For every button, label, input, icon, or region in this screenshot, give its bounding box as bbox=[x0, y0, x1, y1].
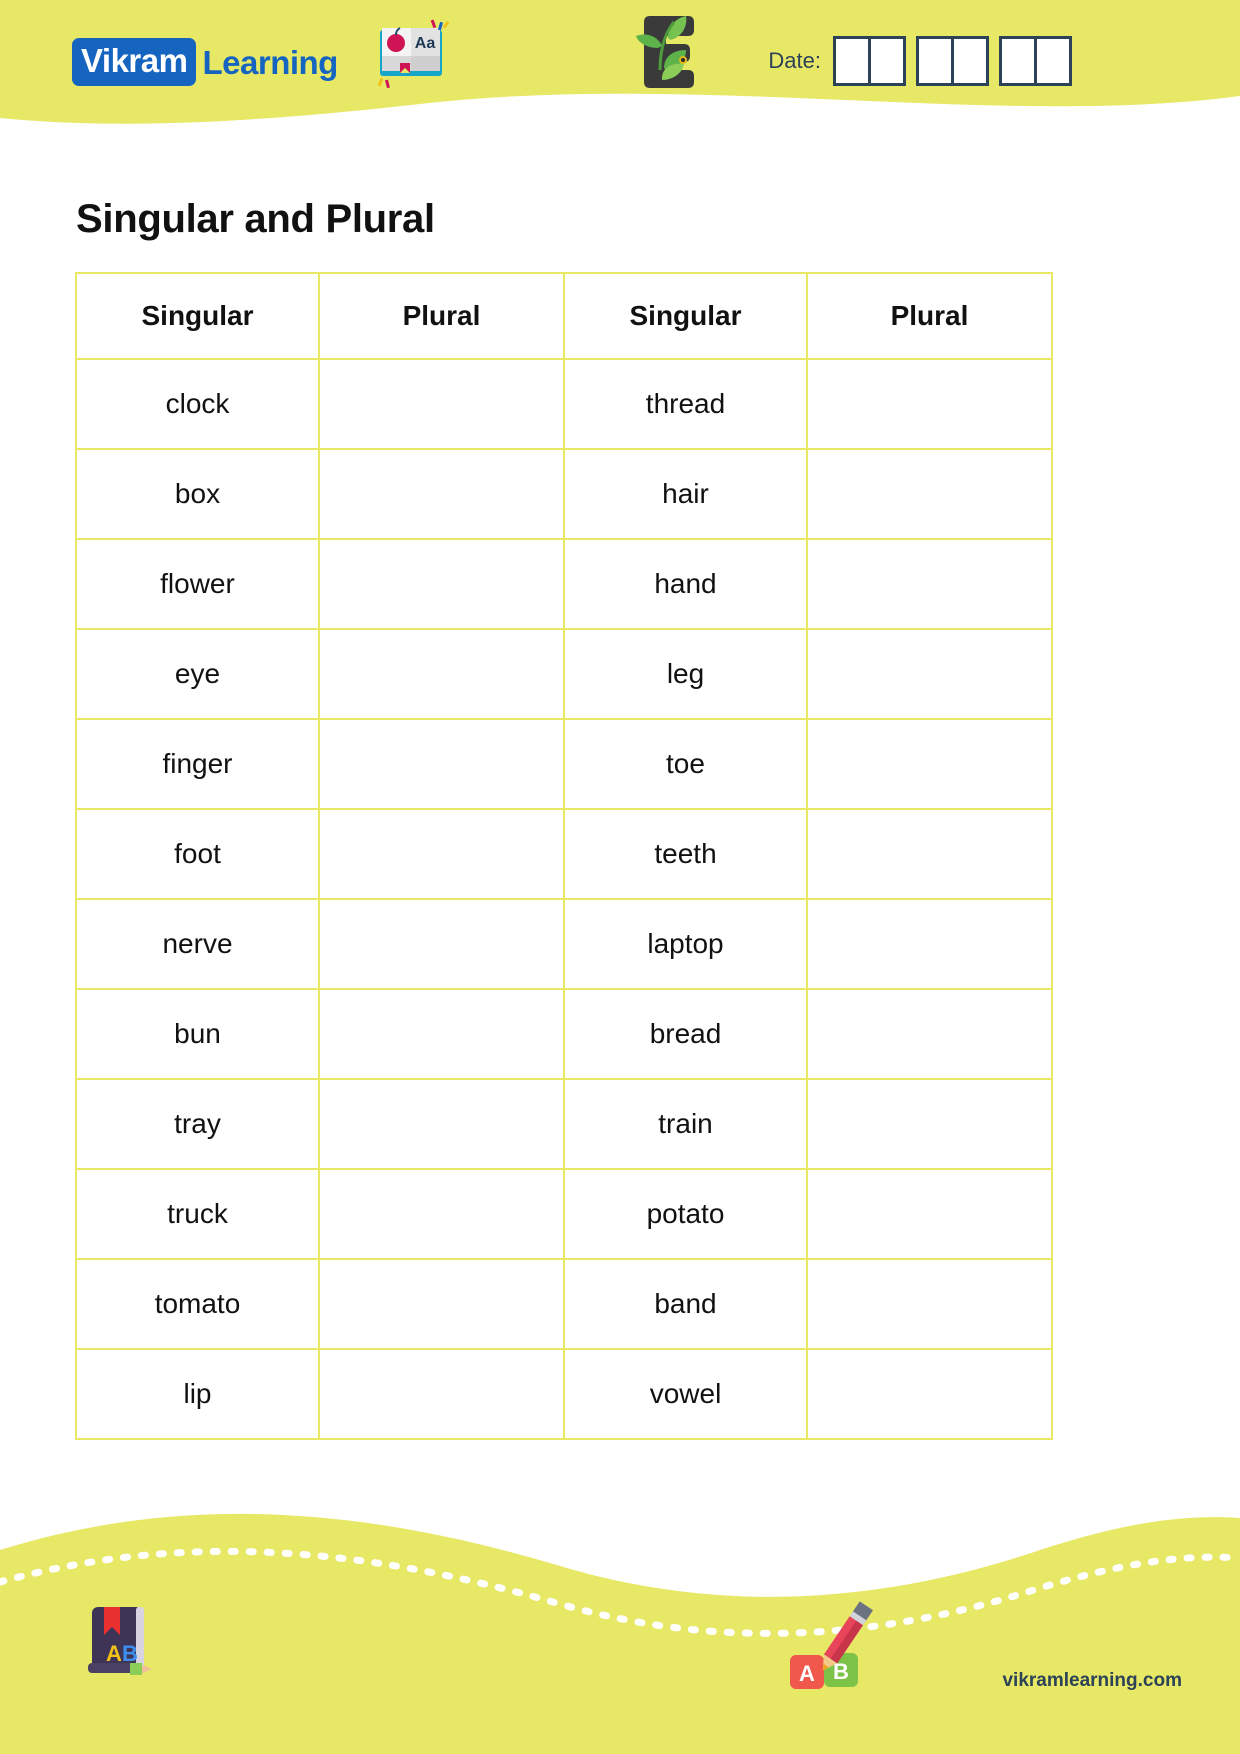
cell-plural-a-answer[interactable] bbox=[318, 718, 565, 810]
cell-plural-b-answer[interactable] bbox=[806, 628, 1053, 720]
table-row: box hair bbox=[75, 448, 1053, 540]
svg-text:A: A bbox=[106, 1641, 122, 1666]
column-header-plural-b: Plural bbox=[806, 272, 1053, 360]
cell-plural-b-answer[interactable] bbox=[806, 448, 1053, 540]
cell-plural-b-answer[interactable] bbox=[806, 1168, 1053, 1260]
table-row: lip vowel bbox=[75, 1348, 1053, 1440]
cell-singular-a: tomato bbox=[75, 1258, 320, 1350]
cell-singular-b: leg bbox=[563, 628, 808, 720]
cell-plural-a-answer[interactable] bbox=[318, 808, 565, 900]
cell-plural-a-answer[interactable] bbox=[318, 628, 565, 720]
date-box[interactable] bbox=[1034, 39, 1069, 83]
cell-plural-a-answer[interactable] bbox=[318, 358, 565, 450]
cell-singular-b: laptop bbox=[563, 898, 808, 990]
column-header-singular-a: Singular bbox=[75, 272, 320, 360]
cell-plural-b-answer[interactable] bbox=[806, 1078, 1053, 1170]
cell-singular-b: potato bbox=[563, 1168, 808, 1260]
block-letter-a: A bbox=[799, 1661, 815, 1686]
cell-plural-a-answer[interactable] bbox=[318, 988, 565, 1080]
eco-leaf-e-icon bbox=[628, 8, 710, 99]
cell-plural-a-answer[interactable] bbox=[318, 538, 565, 630]
cell-singular-a: box bbox=[75, 448, 320, 540]
cell-singular-b: thread bbox=[563, 358, 808, 450]
table-row: truck potato bbox=[75, 1168, 1053, 1260]
date-group-year bbox=[999, 36, 1072, 86]
date-group-day bbox=[833, 36, 906, 86]
cell-singular-a: nerve bbox=[75, 898, 320, 990]
column-header-singular-b: Singular bbox=[563, 272, 808, 360]
cell-plural-a-answer[interactable] bbox=[318, 1168, 565, 1260]
cell-singular-a: finger bbox=[75, 718, 320, 810]
table-row: nerve laptop bbox=[75, 898, 1053, 990]
cell-singular-b: train bbox=[563, 1078, 808, 1170]
cell-plural-a-answer[interactable] bbox=[318, 1348, 565, 1440]
open-book-icon: Aa bbox=[372, 18, 450, 95]
logo-badge-vikram: Vikram bbox=[72, 38, 197, 86]
page-title: Singular and Plural bbox=[76, 196, 435, 241]
cell-singular-a: tray bbox=[75, 1078, 320, 1170]
table-row: tomato band bbox=[75, 1258, 1053, 1350]
cell-singular-a: flower bbox=[75, 538, 320, 630]
table-row: eye leg bbox=[75, 628, 1053, 720]
logo-word-learning: Learning bbox=[202, 43, 338, 81]
cell-plural-a-answer[interactable] bbox=[318, 1258, 565, 1350]
singular-plural-table: Singular Plural Singular Plural clock thr… bbox=[75, 272, 1053, 1440]
svg-text:B: B bbox=[122, 1641, 138, 1666]
table-row: bun bread bbox=[75, 988, 1053, 1080]
ab-book-pencil-icon: A B bbox=[78, 1595, 158, 1686]
cell-plural-b-answer[interactable] bbox=[806, 718, 1053, 810]
cell-singular-b: teeth bbox=[563, 808, 808, 900]
table-row: finger toe bbox=[75, 718, 1053, 810]
cell-singular-b: vowel bbox=[563, 1348, 808, 1440]
brand-logo[interactable]: Vikram Learning bbox=[72, 38, 338, 86]
date-box[interactable] bbox=[919, 39, 951, 83]
date-box[interactable] bbox=[868, 39, 903, 83]
cell-singular-a: lip bbox=[75, 1348, 320, 1440]
svg-text:Aa: Aa bbox=[415, 35, 436, 52]
table-row: tray train bbox=[75, 1078, 1053, 1170]
date-box[interactable] bbox=[1002, 39, 1034, 83]
column-header-plural-a: Plural bbox=[318, 272, 565, 360]
cell-plural-b-answer[interactable] bbox=[806, 538, 1053, 630]
table-header-row: Singular Plural Singular Plural bbox=[75, 272, 1053, 360]
cell-plural-b-answer[interactable] bbox=[806, 1258, 1053, 1350]
ab-blocks-pencil-icon: A B bbox=[782, 1597, 892, 1702]
table-row: flower hand bbox=[75, 538, 1053, 630]
cell-singular-b: hand bbox=[563, 538, 808, 630]
date-box[interactable] bbox=[951, 39, 986, 83]
date-label: Date: bbox=[768, 48, 821, 73]
cell-plural-a-answer[interactable] bbox=[318, 898, 565, 990]
date-boxes bbox=[833, 36, 1072, 86]
table-row: foot teeth bbox=[75, 808, 1053, 900]
cell-plural-a-answer[interactable] bbox=[318, 1078, 565, 1170]
page-footer: A B A B vikramlearning.com bbox=[0, 1454, 1240, 1754]
cell-singular-a: eye bbox=[75, 628, 320, 720]
date-field-group: Date: bbox=[768, 36, 1072, 86]
cell-singular-b: hair bbox=[563, 448, 808, 540]
footer-wave-shape bbox=[0, 1513, 1240, 1754]
cell-plural-b-answer[interactable] bbox=[806, 358, 1053, 450]
cell-singular-b: toe bbox=[563, 718, 808, 810]
cell-singular-a: clock bbox=[75, 358, 320, 450]
page-header: Vikram Learning Aa Date: bbox=[0, 0, 1240, 135]
cell-singular-a: foot bbox=[75, 808, 320, 900]
date-box[interactable] bbox=[836, 39, 868, 83]
cell-singular-b: band bbox=[563, 1258, 808, 1350]
cell-plural-b-answer[interactable] bbox=[806, 898, 1053, 990]
cell-plural-a-answer[interactable] bbox=[318, 448, 565, 540]
cell-plural-b-answer[interactable] bbox=[806, 988, 1053, 1080]
cell-plural-b-answer[interactable] bbox=[806, 1348, 1053, 1440]
cell-singular-a: truck bbox=[75, 1168, 320, 1260]
cell-singular-b: bread bbox=[563, 988, 808, 1080]
footer-website-url[interactable]: vikramlearning.com bbox=[1002, 1670, 1182, 1692]
table-row: clock thread bbox=[75, 358, 1053, 450]
cell-singular-a: bun bbox=[75, 988, 320, 1080]
date-group-month bbox=[916, 36, 989, 86]
cell-plural-b-answer[interactable] bbox=[806, 808, 1053, 900]
